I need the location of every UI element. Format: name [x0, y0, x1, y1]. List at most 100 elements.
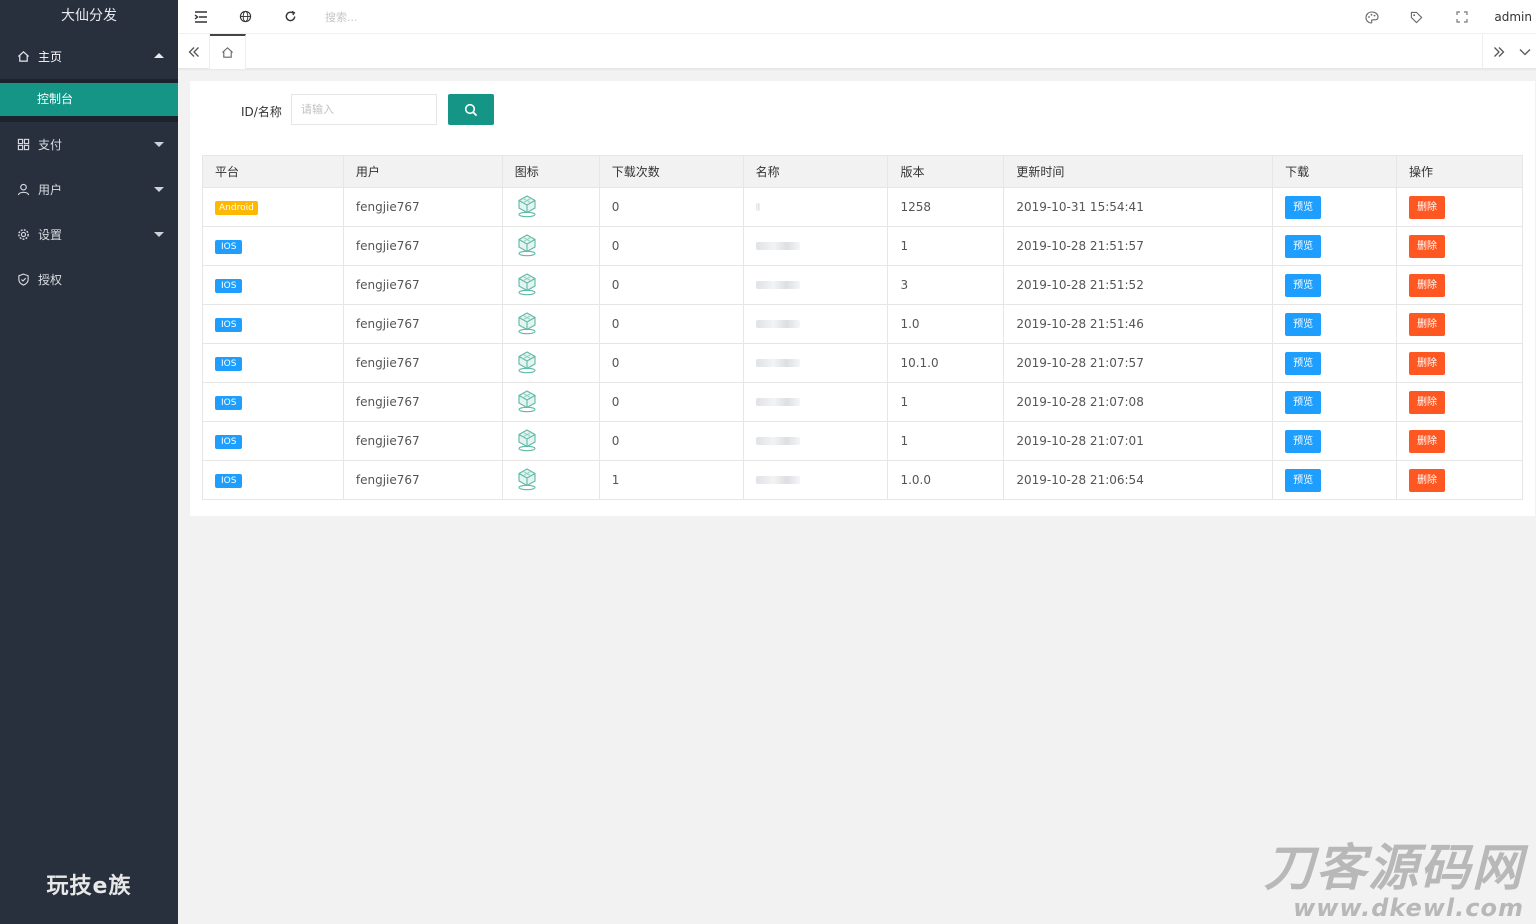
version-cell: 10.1.0	[887, 343, 1005, 383]
redacted-name	[755, 320, 800, 328]
top-search-input[interactable]: 搜索...	[325, 9, 358, 25]
platform-cell: IOS	[202, 460, 344, 500]
redacted-name	[755, 242, 800, 250]
downloads-cell: 0	[598, 304, 744, 344]
downloads-cell: 1	[598, 460, 744, 500]
preview-button[interactable]: 预览	[1285, 195, 1322, 219]
sidebar-item-home[interactable]: 主页	[0, 34, 178, 79]
preview-button[interactable]: 预览	[1285, 468, 1322, 492]
preview-button[interactable]: 预览	[1285, 390, 1322, 414]
redacted-name	[755, 281, 800, 289]
website-button[interactable]	[223, 0, 268, 34]
table-row: IOS fengjie767 0 10.1.0 2019-10-28 21:07…	[202, 343, 1523, 383]
delete-button[interactable]: 删除	[1409, 468, 1446, 492]
col-header[interactable]: 操作	[1396, 155, 1523, 188]
platform-cell: IOS	[202, 226, 344, 266]
sidebar-item-settings[interactable]: 设置	[0, 212, 178, 257]
delete-button[interactable]: 删除	[1409, 195, 1446, 219]
app-table: 平台 用户 图标 下载次数 名称 版本 更新时间 下载 操作 Android f…	[202, 155, 1523, 500]
delete-button[interactable]: 删除	[1409, 390, 1446, 414]
refresh-button[interactable]	[268, 0, 313, 34]
name-cell	[742, 265, 889, 305]
fullscreen-button[interactable]	[1439, 0, 1484, 34]
col-header[interactable]: 图标	[501, 155, 600, 188]
action-cell: 删除	[1396, 421, 1523, 461]
icon-cell	[501, 460, 600, 500]
updated-cell: 2019-10-28 21:07:08	[1003, 382, 1274, 422]
filter-label: ID/名称	[241, 105, 282, 119]
tabs-scroll-right-button[interactable]	[1482, 34, 1514, 69]
app-icon	[518, 389, 536, 412]
table-row: IOS fengjie767 0 1 2019-10-28 21:07:01 预…	[202, 421, 1523, 461]
platform-cell: IOS	[202, 382, 344, 422]
user-cell: fengjie767	[342, 304, 503, 344]
delete-button[interactable]: 删除	[1409, 234, 1446, 258]
download-cell: 预览	[1272, 226, 1398, 266]
menu-toggle-button[interactable]	[178, 0, 223, 34]
platform-cell: IOS	[202, 343, 344, 383]
col-header[interactable]: 用户	[342, 155, 503, 188]
user-cell: fengjie767	[342, 343, 503, 383]
user-icon	[16, 183, 30, 197]
sidebar-subitem-console[interactable]: 控制台	[0, 83, 178, 116]
app-icon	[518, 233, 536, 256]
download-cell: 预览	[1272, 382, 1398, 422]
caret-down-icon	[154, 186, 164, 192]
delete-button[interactable]: 删除	[1409, 351, 1446, 375]
icon-cell	[501, 382, 600, 422]
tabs-scroll-left-button[interactable]	[178, 34, 210, 69]
name-cell	[742, 460, 889, 500]
refresh-icon	[285, 10, 296, 22]
table-row: IOS fengjie767 0 3 2019-10-28 21:51:52 预…	[202, 265, 1523, 305]
col-header[interactable]: 下载	[1272, 155, 1398, 188]
version-cell: 1	[887, 382, 1005, 422]
col-header[interactable]: 名称	[742, 155, 889, 188]
action-cell: 删除	[1396, 226, 1523, 266]
user-cell: fengjie767	[342, 382, 503, 422]
app-title: 大仙分发	[61, 8, 117, 24]
sidebar-item-label: 支付	[38, 138, 63, 152]
theme-button[interactable]	[1349, 0, 1394, 34]
preview-button[interactable]: 预览	[1285, 234, 1322, 258]
col-header[interactable]: 下载次数	[598, 155, 744, 188]
version-cell: 1.0.0	[887, 460, 1005, 500]
preview-button[interactable]: 预览	[1285, 312, 1322, 336]
col-header[interactable]: 版本	[887, 155, 1005, 188]
tab-home[interactable]	[210, 34, 246, 69]
download-cell: 预览	[1272, 421, 1398, 461]
sidebar-item-license[interactable]: 授权	[0, 257, 178, 302]
user-menu[interactable]: admin	[1484, 10, 1536, 24]
table-row: IOS fengjie767 0 1 2019-10-28 21:51:57 预…	[202, 226, 1523, 266]
sidebar-item-users[interactable]: 用户	[0, 167, 178, 212]
col-header[interactable]: 平台	[202, 155, 344, 188]
caret-down-icon	[154, 141, 164, 147]
version-cell: 3	[887, 265, 1005, 305]
download-cell: 预览	[1272, 460, 1398, 500]
platform-badge: IOS	[215, 474, 243, 488]
platform-badge: IOS	[215, 435, 243, 449]
preview-button[interactable]: 预览	[1285, 351, 1322, 375]
preview-button[interactable]: 预览	[1285, 429, 1322, 453]
table-row: IOS fengjie767 0 1 2019-10-28 21:07:08 预…	[202, 382, 1523, 422]
version-cell: 1	[887, 421, 1005, 461]
name-cell	[742, 187, 889, 227]
tabs-menu-button[interactable]	[1514, 34, 1536, 69]
notes-button[interactable]	[1394, 0, 1439, 34]
table-row: Android fengjie767 0 1258 2019-10-31 15:…	[202, 187, 1523, 227]
search-button[interactable]	[448, 94, 494, 125]
download-cell: 预览	[1272, 265, 1398, 305]
icon-cell	[501, 343, 600, 383]
palette-icon	[1365, 10, 1379, 24]
id-name-search-input[interactable]	[291, 94, 437, 125]
delete-button[interactable]: 删除	[1409, 429, 1446, 453]
delete-button[interactable]: 删除	[1409, 273, 1446, 297]
caret-down-icon	[154, 231, 164, 237]
delete-button[interactable]: 删除	[1409, 312, 1446, 336]
platform-cell: IOS	[202, 421, 344, 461]
sidebar-item-payment[interactable]: 支付	[0, 122, 178, 167]
updated-cell: 2019-10-28 21:51:57	[1003, 226, 1274, 266]
preview-button[interactable]: 预览	[1285, 273, 1322, 297]
user-cell: fengjie767	[342, 460, 503, 500]
redacted-name	[755, 437, 800, 445]
col-header[interactable]: 更新时间	[1003, 155, 1274, 188]
